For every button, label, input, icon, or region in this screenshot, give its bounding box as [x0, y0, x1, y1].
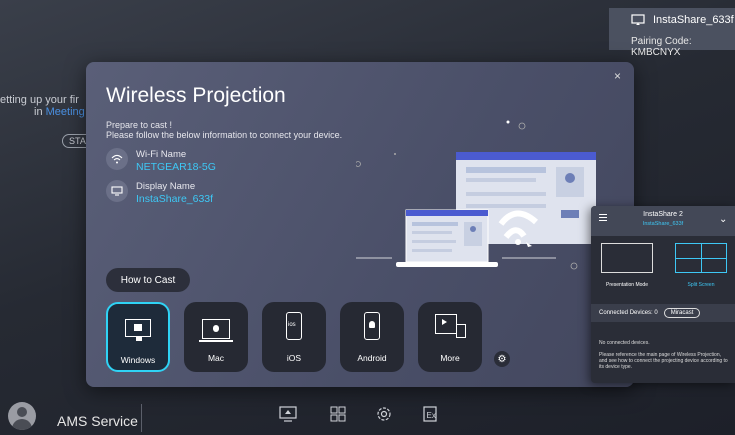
settings-icon[interactable] [374, 404, 394, 424]
os-label-ios: iOS [286, 353, 302, 363]
display-icon [106, 180, 128, 202]
panel-subtitle: InstaShare_633f [642, 221, 684, 227]
casting-illustration [356, 120, 596, 270]
panel-menu-icon[interactable] [599, 214, 607, 221]
android-phone-icon [364, 312, 380, 340]
os-button-more[interactable]: More [418, 302, 482, 372]
bottom-divider [141, 404, 142, 432]
device-badge: InstaShare_633f Pairing Code: KMBCNYX [609, 8, 735, 58]
user-name: AMS Service [57, 413, 138, 429]
svg-text:Ex: Ex [427, 411, 436, 420]
badge-device-row: InstaShare_633f [631, 14, 734, 26]
avatar[interactable] [8, 402, 36, 430]
connected-devices-row: Connected Devices: 0 Miracast [591, 304, 735, 322]
panel-title: InstaShare 2 [643, 211, 683, 218]
os-button-ios[interactable]: ios iOS [262, 302, 326, 372]
settings-gear-icon[interactable]: ⚙ [494, 351, 510, 367]
display-value: InstaShare_633f [136, 193, 214, 205]
windows-monitor-icon [125, 319, 151, 337]
os-label-mac: Mac [207, 353, 225, 363]
os-button-windows[interactable]: Windows [106, 302, 170, 372]
chevron-down-icon[interactable]: ⌄ [719, 214, 727, 225]
os-label-more: More [440, 353, 460, 363]
prepare-line2: Please follow the below information to c… [106, 130, 343, 140]
connected-devices-label: Connected Devices: 0 [599, 310, 658, 316]
presentation-mode-label: Presentation Mode [606, 282, 648, 288]
badge-device-name: InstaShare_633f [653, 14, 734, 26]
prepare-text: Prepare to cast ! Please follow the belo… [106, 120, 342, 140]
os-label-windows: Windows [120, 355, 156, 365]
wifi-value: NETGEAR18-5G [136, 161, 216, 173]
apps-grid-icon[interactable] [328, 404, 348, 424]
cast-screen-icon [631, 14, 645, 25]
badge-pairing-code: Pairing Code: KMBCNYX [631, 36, 692, 58]
miracast-button[interactable]: Miracast [663, 308, 701, 318]
wifi-icon [106, 148, 128, 170]
wifi-label: Wi-Fi Name [136, 149, 187, 160]
dialog-title: Wireless Projection [106, 84, 286, 107]
panel-header: InstaShare 2 InstaShare_633f ⌄ [591, 206, 735, 236]
more-devices-icon [435, 314, 457, 334]
instashare-panel: InstaShare 2 InstaShare_633f ⌄ Presentat… [591, 206, 735, 383]
wireless-projection-dialog: Wireless Projection × Prepare to cast ! … [86, 62, 634, 387]
split-screen-label: Split Screen [687, 282, 715, 288]
close-button[interactable]: × [614, 69, 621, 83]
split-screen-button[interactable] [675, 243, 727, 273]
display-label: Display Name [136, 181, 196, 192]
ios-phone-icon: ios [286, 312, 302, 340]
how-to-cast-button[interactable]: How to Cast [106, 268, 190, 292]
mac-monitor-icon [202, 319, 230, 339]
panel-help-text: Please reference the main page of Wirele… [599, 352, 728, 370]
prepare-line1: Prepare to cast ! [106, 120, 173, 130]
presentation-mode-button[interactable] [601, 243, 653, 273]
exit-icon[interactable]: Ex [420, 404, 440, 424]
background-hint-line1: etting up your fir [0, 94, 79, 106]
os-button-android[interactable]: Android [340, 302, 404, 372]
screen-share-icon[interactable] [278, 404, 298, 424]
no-devices-text: No connected devices. [599, 340, 650, 346]
os-button-mac[interactable]: Mac [184, 302, 248, 372]
background-hint-line2: in Meeting [34, 106, 85, 118]
os-label-android: Android [357, 353, 387, 363]
